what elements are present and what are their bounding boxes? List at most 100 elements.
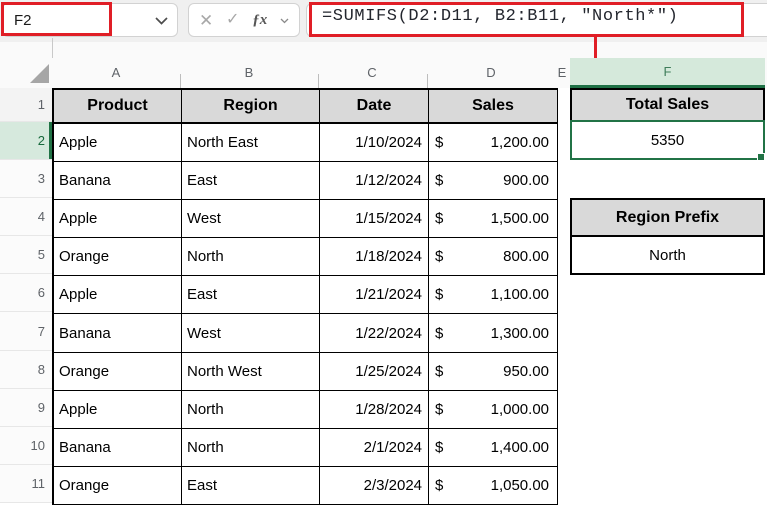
amount: 950.00 [503,362,549,380]
row-header-column: 1 2 3 4 5 6 7 8 9 10 11 [0,88,52,503]
cell-b2[interactable]: North East [182,124,320,163]
cell-b6[interactable]: East [182,276,320,315]
cell-c10[interactable]: 2/1/2024 [320,428,429,467]
cell-a9[interactable]: Apple [54,390,182,429]
active-cell-f2[interactable]: 5350 [570,120,765,160]
annotation-box-formula [309,2,744,37]
region-prefix-header[interactable]: Region Prefix [570,198,765,237]
currency-symbol: $ [435,248,444,266]
cell-a6[interactable]: Apple [54,276,182,315]
excel-window: F2 ✕ ✓ ƒx =SUMIFS(D2:D11, B2:B11, "North… [0,0,767,513]
amount: 1,500.00 [490,210,549,228]
currency-symbol: $ [435,438,444,456]
cell-c8[interactable]: 1/25/2024 [320,352,429,391]
row-header-1[interactable]: 1 [0,88,52,122]
column-separator [318,74,319,88]
insert-function-icon[interactable]: ƒx [252,12,267,29]
table-header-sales[interactable]: Sales [429,90,558,124]
cell-c4[interactable]: 1/15/2024 [320,200,429,239]
row-header-4[interactable]: 4 [0,198,52,237]
table-header-date[interactable]: Date [320,90,429,124]
currency-symbol: $ [435,286,444,304]
cell-c7[interactable]: 1/22/2024 [320,314,429,353]
cell-a10[interactable]: Banana [54,428,182,467]
row-header-6[interactable]: 6 [0,274,52,313]
cancel-icon[interactable]: ✕ [199,12,213,29]
table-header-product[interactable]: Product [54,90,182,124]
chevron-down-icon[interactable] [155,17,168,25]
currency-symbol: $ [435,324,444,342]
currency-symbol: $ [435,172,444,190]
column-separator [427,74,428,88]
row-header-5[interactable]: 5 [0,236,52,275]
chevron-down-small-icon[interactable] [280,18,289,24]
cell-d6[interactable]: $1,100.00 [429,276,558,315]
cell-d8[interactable]: $950.00 [429,352,558,391]
amount: 800.00 [503,248,549,266]
cell-c11[interactable]: 2/3/2024 [320,466,429,505]
amount: 1,300.00 [490,324,549,342]
fill-handle[interactable] [757,153,765,161]
divider [52,38,53,58]
amount: 1,050.00 [490,476,549,494]
cell-d5[interactable]: $800.00 [429,238,558,277]
enter-icon[interactable]: ✓ [226,12,239,28]
cell-a11[interactable]: Orange [54,466,182,505]
amount: 1,000.00 [490,400,549,418]
currency-symbol: $ [435,210,444,228]
column-header-c[interactable]: C [367,58,376,88]
cell-a3[interactable]: Banana [54,162,182,201]
cell-c6[interactable]: 1/21/2024 [320,276,429,315]
currency-symbol: $ [435,476,444,494]
cell-a8[interactable]: Orange [54,352,182,391]
row-header-10[interactable]: 10 [0,426,52,465]
cell-b4[interactable]: West [182,200,320,239]
formula-button-group: ✕ ✓ ƒx [188,3,300,37]
column-header-e[interactable]: E [558,58,567,88]
cell-d10[interactable]: $1,400.00 [429,428,558,467]
amount: 900.00 [503,172,549,190]
cell-a2[interactable]: Apple [54,124,182,163]
amount: 1,100.00 [490,286,549,304]
cell-b9[interactable]: North [182,390,320,429]
cell-d4[interactable]: $1,500.00 [429,200,558,239]
total-sales-header[interactable]: Total Sales [570,88,765,122]
cell-c9[interactable]: 1/28/2024 [320,390,429,429]
row-header-8[interactable]: 8 [0,350,52,389]
cell-d9[interactable]: $1,000.00 [429,390,558,429]
cell-a5[interactable]: Orange [54,238,182,277]
currency-symbol: $ [435,400,444,418]
cell-b11[interactable]: East [182,466,320,505]
column-separator [180,74,181,88]
cell-a4[interactable]: Apple [54,200,182,239]
column-header-f-active[interactable]: F [570,58,765,88]
cell-b3[interactable]: East [182,162,320,201]
cell-d2[interactable]: $1,200.00 [429,124,558,163]
cell-d7[interactable]: $1,300.00 [429,314,558,353]
currency-symbol: $ [435,362,444,380]
cell-b10[interactable]: North [182,428,320,467]
cell-b5[interactable]: North [182,238,320,277]
table-header-region[interactable]: Region [182,90,320,124]
row-header-3[interactable]: 3 [0,160,52,199]
row-header-2-active[interactable]: 2 [0,122,52,161]
currency-symbol: $ [435,134,444,152]
row-header-11[interactable]: 11 [0,464,52,503]
row-header-7[interactable]: 7 [0,312,52,351]
cell-b8[interactable]: North West [182,352,320,391]
cell-c3[interactable]: 1/12/2024 [320,162,429,201]
amount: 1,400.00 [490,438,549,456]
cell-d11[interactable]: $1,050.00 [429,466,558,505]
amount: 1,200.00 [490,134,549,152]
cell-d3[interactable]: $900.00 [429,162,558,201]
select-all-icon[interactable] [30,64,49,83]
column-header-a[interactable]: A [112,58,121,88]
cell-c5[interactable]: 1/18/2024 [320,238,429,277]
column-header-b[interactable]: B [245,58,254,88]
column-header-d[interactable]: D [486,58,495,88]
region-prefix-value[interactable]: North [570,235,765,275]
cell-a7[interactable]: Banana [54,314,182,353]
cell-c2[interactable]: 1/10/2024 [320,124,429,163]
row-header-9[interactable]: 9 [0,388,52,427]
cell-b7[interactable]: West [182,314,320,353]
